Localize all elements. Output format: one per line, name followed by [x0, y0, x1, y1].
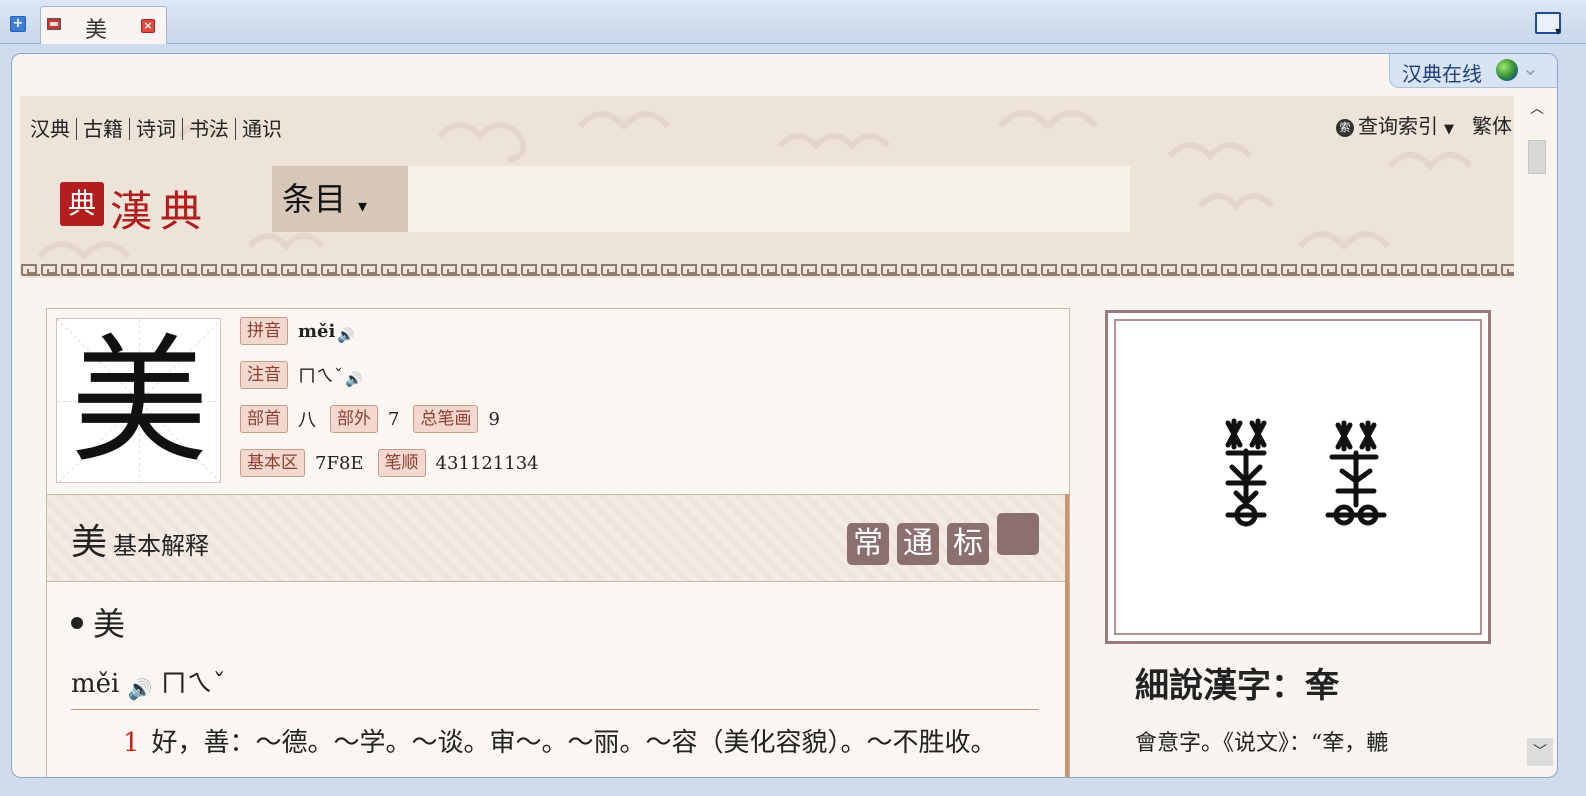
scroll-up-icon[interactable]: ︿	[1528, 98, 1546, 117]
def-pronunciation: měi 🔊 ㄇㄟˇ	[71, 663, 1039, 710]
page-frame: 汉典在线 ⌄ 汉典 古籍 诗词 书法 通识 索 查询索引 ▼ 繁体 典 漢典 条…	[11, 53, 1558, 778]
order-value: 431121134	[435, 452, 539, 474]
block-tag: 基本区	[240, 449, 305, 477]
speaker-icon[interactable]: 🔊	[128, 677, 153, 701]
traditional-toggle[interactable]: 繁体	[1472, 110, 1512, 139]
zhuyin-value: ㄇㄟˇ	[298, 366, 343, 387]
tab-strip: + 美 ×	[0, 0, 1586, 44]
search-bar: 条目 ▾	[272, 166, 1130, 232]
pinyin-tag: 拼音	[240, 317, 288, 345]
site-favicon-icon	[47, 18, 61, 30]
definition-number: 1	[123, 728, 140, 758]
site-header: 汉典 古籍 诗词 书法 通识 索查询索引 ▼ 繁体 典 漢典 条目 ▾	[20, 96, 1514, 278]
logo-seal: 典	[60, 182, 104, 226]
radical-tag: 部首	[240, 405, 288, 433]
index-icon: 索	[1336, 119, 1354, 137]
def-zhuyin: ㄇㄟˇ	[160, 669, 226, 699]
definition-item: 1 好，善：～德。～学。～谈。审～。～丽。～容（美化容貌）。～不胜收。	[71, 722, 1039, 759]
strokes-value: 9	[488, 408, 500, 430]
detail-title: 細說漢字：羍	[1135, 666, 1339, 706]
nav-item-shici[interactable]: 诗词	[136, 118, 183, 140]
dropdown-arrow-icon: ▾	[358, 196, 368, 217]
window-list-icon[interactable]	[1535, 12, 1561, 38]
badge-blank[interactable]	[997, 513, 1039, 555]
pinyin-row: 拼音 měi 🔊	[240, 317, 355, 345]
main-glyph: 美	[70, 321, 209, 482]
detail-text: 會意字。《说文》：“羍，轆	[1135, 731, 1389, 756]
query-index-label: 查询索引	[1358, 114, 1438, 138]
pinyin-value: měi	[298, 320, 336, 342]
nav-item-shufa[interactable]: 书法	[189, 118, 236, 140]
basic-section-header: 美基本解释 常 通 标	[47, 494, 1069, 582]
zhuyin-row: 注音 ㄇㄟˇ 🔊	[240, 361, 362, 389]
speaker-icon[interactable]: 🔊	[337, 328, 354, 344]
tab-active[interactable]: 美 ×	[40, 6, 167, 44]
detail-section: 細說漢字：羍 會意字。《说文》：“羍，轆	[1135, 658, 1388, 757]
globe-icon	[1496, 59, 1518, 81]
unicode-row: 基本区 7F8E 笔顺 431121134	[240, 449, 553, 477]
ancient-script-image	[1105, 310, 1491, 644]
search-input[interactable]	[408, 166, 1130, 232]
nav-item-tongshi[interactable]: 通识	[242, 118, 288, 140]
tab-title: 美	[85, 18, 108, 43]
basic-title: 美基本解释	[71, 513, 209, 565]
caret-down-icon: ▼	[1444, 122, 1454, 137]
query-index-button[interactable]: 索查询索引 ▼	[1336, 110, 1454, 139]
bullet-icon	[71, 617, 83, 629]
definitions: 美 měi 🔊 ㄇㄟˇ 1 好，善：～德。～学。～谈。审～。～丽。～容（美化容貌）…	[71, 599, 1039, 759]
section-divider	[1065, 494, 1069, 777]
outer-value: 7	[388, 408, 400, 430]
radical-value: 八	[298, 410, 316, 431]
outer-tag: 部外	[330, 405, 378, 433]
search-scope-select[interactable]: 条目 ▾	[272, 166, 408, 232]
search-scope-label: 条目	[282, 180, 347, 218]
zhuyin-tag: 注音	[240, 361, 288, 389]
top-nav: 汉典 古籍 诗词 书法 通识	[30, 118, 294, 140]
basic-label: 基本解释	[113, 532, 210, 560]
badge-standard[interactable]: 标	[947, 523, 989, 565]
new-tab-button[interactable]: +	[10, 16, 26, 32]
site-flag-name: 汉典在线	[1402, 62, 1482, 86]
block-value: 7F8E	[315, 452, 364, 474]
glyph-box: 美	[56, 318, 222, 484]
vertical-scrollbar[interactable]: ︿ ﹀	[1526, 96, 1553, 776]
chevron-down-icon[interactable]: ⌄	[1522, 56, 1539, 80]
radical-row: 部首八部外 7 总笔画 9	[240, 405, 514, 433]
basic-char: 美	[71, 522, 108, 563]
nav-item-handian[interactable]: 汉典	[30, 118, 77, 140]
logo-text: 漢典	[110, 187, 211, 236]
definition-text: 好，善：～德。～学。～谈。审～。～丽。～容（美化容貌）。～不胜收。	[151, 728, 997, 758]
char-card: 美 拼音 měi 🔊 注音 ㄇㄟˇ 🔊 部首八部外 7 总笔画 9 基本区 7F8E 笔顺 4311…	[46, 308, 1070, 777]
site-flag[interactable]: 汉典在线 ⌄	[1389, 54, 1557, 88]
fret-border	[20, 262, 1514, 278]
strokes-tag: 总笔画	[413, 405, 479, 433]
nav-item-guji[interactable]: 古籍	[83, 118, 130, 140]
order-tag: 笔顺	[377, 449, 426, 477]
scroll-down-icon[interactable]: ﹀	[1527, 738, 1553, 766]
badge-common[interactable]: 常	[847, 523, 889, 565]
def-headword-text: 美	[93, 605, 126, 643]
site-logo[interactable]: 典 漢典	[60, 180, 240, 236]
seal-script-glyphs	[1225, 418, 1387, 527]
def-headword: 美	[71, 599, 1039, 645]
def-pinyin: měi	[71, 669, 120, 699]
speaker-icon[interactable]: 🔊	[345, 372, 362, 388]
close-tab-icon[interactable]: ×	[141, 19, 155, 33]
badge-general[interactable]: 通	[897, 523, 939, 565]
scroll-thumb[interactable]	[1528, 140, 1546, 174]
